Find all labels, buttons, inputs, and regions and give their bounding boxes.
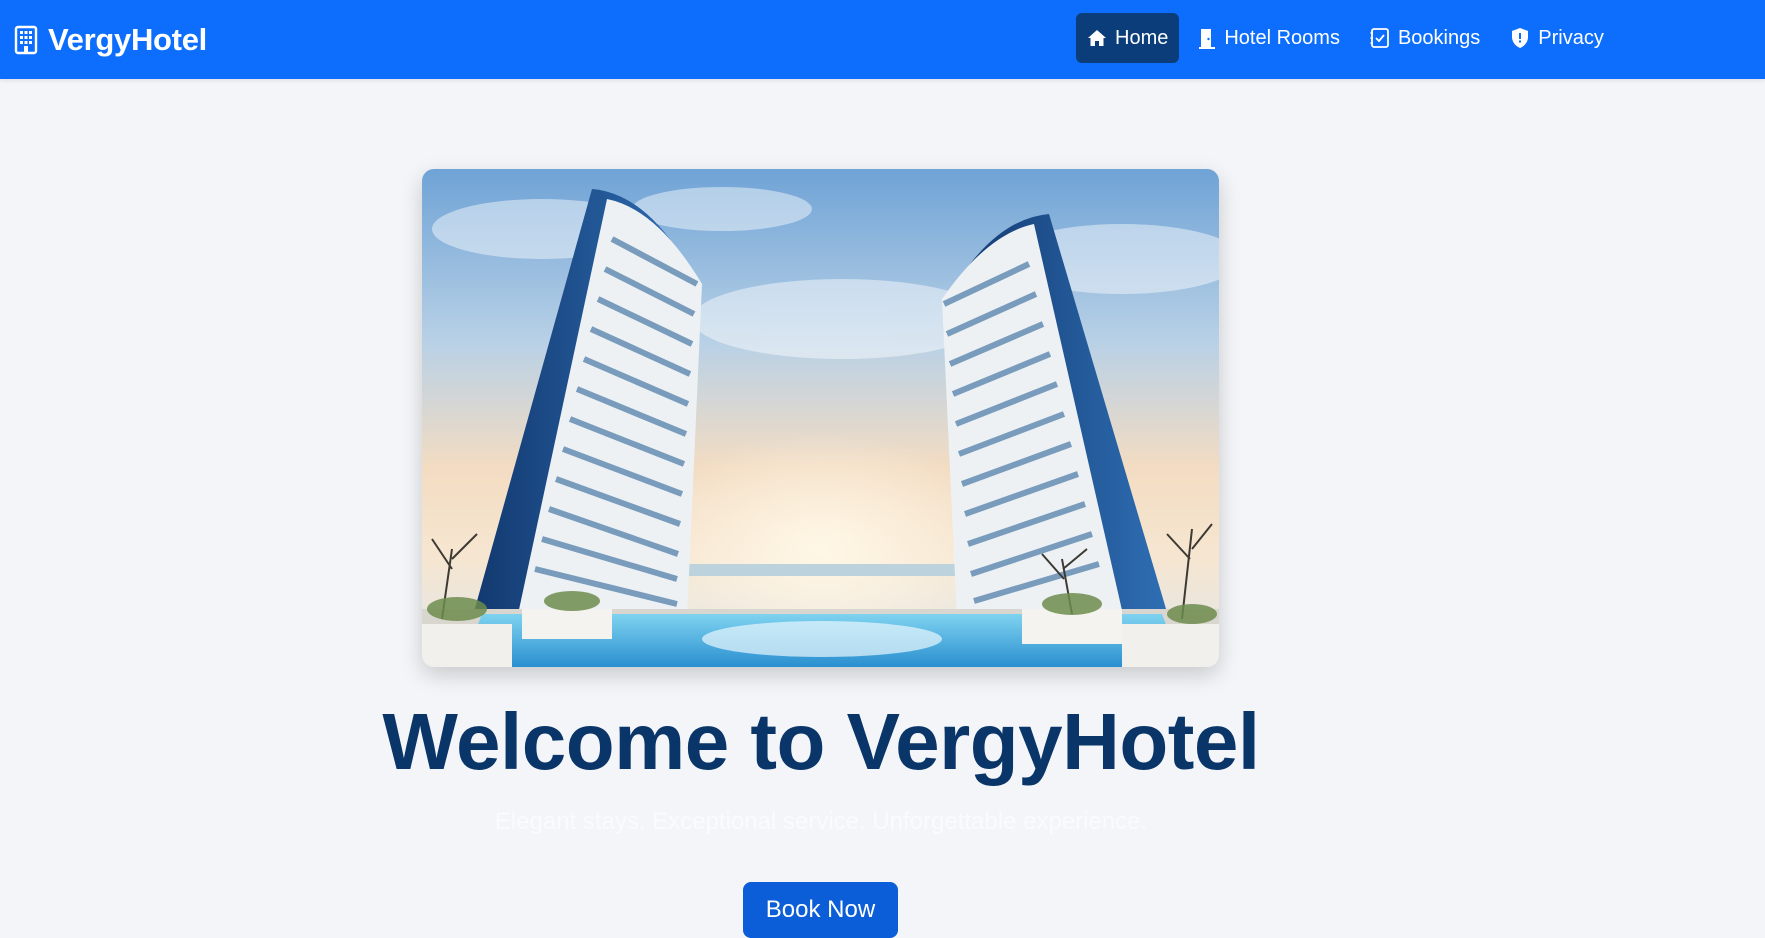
nav-item-home[interactable]: Home: [1076, 13, 1180, 63]
nav-item-bookings[interactable]: Bookings: [1359, 13, 1491, 63]
navbar: VergyHotel Home Hotel Rooms Bookings Pri…: [0, 0, 1765, 79]
nav-item-hotel-rooms[interactable]: Hotel Rooms: [1187, 13, 1351, 63]
house-icon: [1087, 28, 1107, 48]
hotel-towers-image: [422, 169, 1219, 667]
nav-label: Privacy: [1538, 26, 1604, 49]
hero-title: Welcome to VergyHotel: [382, 697, 1260, 786]
shield-icon: [1510, 27, 1530, 49]
hero-subtitle: Elegant stays. Exceptional service. Unfo…: [494, 808, 1148, 835]
checklist-icon: [1370, 27, 1390, 49]
nav-item-privacy[interactable]: Privacy: [1499, 13, 1615, 63]
nav-label: Home: [1115, 26, 1169, 49]
building-icon: [14, 25, 38, 55]
book-now-button[interactable]: Book Now: [743, 882, 898, 938]
nav-label: Bookings: [1397, 26, 1481, 49]
nav-label: Hotel Rooms: [1224, 26, 1340, 49]
brand-name: VergyHotel: [48, 21, 207, 57]
main-nav: Home Hotel Rooms Bookings Privacy: [1076, 13, 1615, 63]
door-icon: [1198, 27, 1216, 49]
brand-link[interactable]: VergyHotel: [14, 0, 207, 79]
